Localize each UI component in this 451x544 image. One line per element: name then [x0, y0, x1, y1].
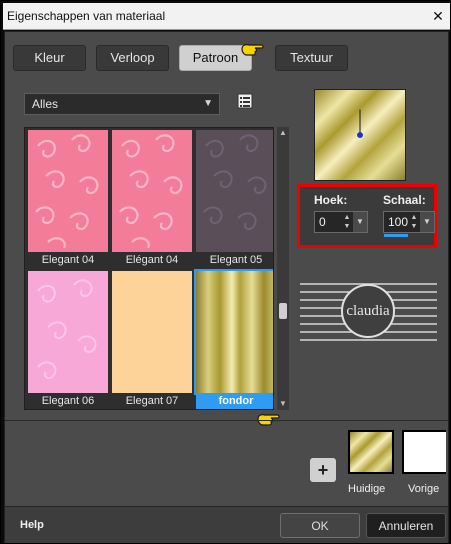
- scale-input[interactable]: 100 ▲ ▼ ▼: [383, 211, 435, 233]
- chevron-down-icon[interactable]: ▼: [420, 212, 434, 232]
- ok-button[interactable]: OK: [280, 513, 360, 538]
- cancel-button[interactable]: Annuleren: [366, 513, 446, 538]
- scroll-down-icon[interactable]: ▼: [278, 399, 288, 409]
- pattern-tile-1[interactable]: Elegant 04: [28, 130, 108, 268]
- angle-input[interactable]: 0 ▲ ▼ ▼: [314, 211, 368, 233]
- list-view-icon[interactable]: [237, 93, 253, 109]
- pattern-tile-2[interactable]: Elégant 04: [112, 130, 192, 268]
- pattern-tile-6[interactable]: fondor: [194, 269, 273, 409]
- pattern-tile-4[interactable]: Elegant 06: [28, 271, 108, 409]
- pattern-label: Elegant 07: [125, 395, 179, 407]
- tab-kleur[interactable]: Kleur: [13, 45, 86, 71]
- logo-text: claudia: [346, 303, 390, 319]
- pattern-gallery: Elegant 04 Elégant 04 Elegant 05 Elegant…: [24, 127, 274, 410]
- tab-bar: Kleur Verloop Patroon Textuur: [13, 45, 441, 75]
- pattern-thumb-peach: [112, 271, 192, 393]
- claudia-logo: claudia: [300, 283, 437, 341]
- pattern-label: Elegant 06: [41, 395, 95, 407]
- pattern-preview: [314, 89, 406, 181]
- window-title: Eigenschappen van materiaal: [7, 9, 166, 23]
- stepper-arrows-icon[interactable]: ▲ ▼: [408, 213, 420, 231]
- dialog-body: Kleur Verloop Patroon Textuur Alles ▼ El…: [4, 31, 449, 543]
- scale-value: 100: [388, 215, 409, 229]
- pattern-thumb-pink-swirl: [28, 130, 108, 252]
- previous-swatch[interactable]: [402, 430, 446, 474]
- pattern-thumb-light-pink: [28, 271, 108, 393]
- angle-label: Hoek:: [314, 193, 348, 207]
- current-swatch-label: Huidige: [348, 483, 386, 495]
- scale-slider-bar[interactable]: [384, 234, 408, 237]
- pattern-thumb-pink-swirl: [112, 130, 192, 252]
- chevron-down-icon[interactable]: ▼: [353, 212, 367, 232]
- category-dropdown[interactable]: Alles ▼: [24, 93, 220, 115]
- dialog-footer: Help OK Annuleren: [5, 506, 448, 543]
- pointing-hand-icon: [241, 44, 264, 56]
- close-icon[interactable]: ✕: [430, 8, 446, 24]
- previous-swatch-label: Vorige: [408, 483, 440, 495]
- chevron-down-icon: ▼: [203, 98, 213, 109]
- pattern-tile-5[interactable]: Elegant 07: [112, 271, 192, 409]
- pattern-label: Elegant 05: [209, 254, 263, 266]
- gallery-scrollbar[interactable]: ▲ ▼: [277, 127, 289, 410]
- angle-value: 0: [319, 215, 326, 229]
- pattern-label: Elégant 04: [125, 254, 179, 266]
- help-button[interactable]: Help: [20, 519, 44, 531]
- pattern-thumb-gold-stripes: [194, 269, 273, 395]
- scale-label: Schaal:: [383, 193, 426, 207]
- add-swatch-button[interactable]: +: [310, 458, 336, 482]
- pattern-label: Elegant 04: [41, 254, 95, 266]
- current-swatch[interactable]: [348, 430, 394, 474]
- pattern-label: fondor: [196, 393, 273, 409]
- scroll-thumb[interactable]: [279, 303, 287, 319]
- stepper-arrows-icon[interactable]: ▲ ▼: [341, 213, 353, 231]
- angle-scale-group: Hoek: Schaal: 0 ▲ ▼ ▼ 100 ▲ ▼ ▼: [297, 184, 437, 248]
- pattern-thumb-gray-swirl: [196, 130, 273, 252]
- pattern-tile-3[interactable]: Elegant 05: [196, 130, 273, 268]
- title-bar: Eigenschappen van materiaal ✕: [3, 3, 450, 30]
- scroll-up-icon[interactable]: ▲: [278, 128, 288, 138]
- category-value: Alles: [32, 97, 59, 111]
- dialog-window: Eigenschappen van materiaal ✕ Kleur Verl…: [0, 0, 451, 544]
- tab-textuur[interactable]: Textuur: [275, 45, 348, 71]
- tab-verloop[interactable]: Verloop: [96, 45, 169, 71]
